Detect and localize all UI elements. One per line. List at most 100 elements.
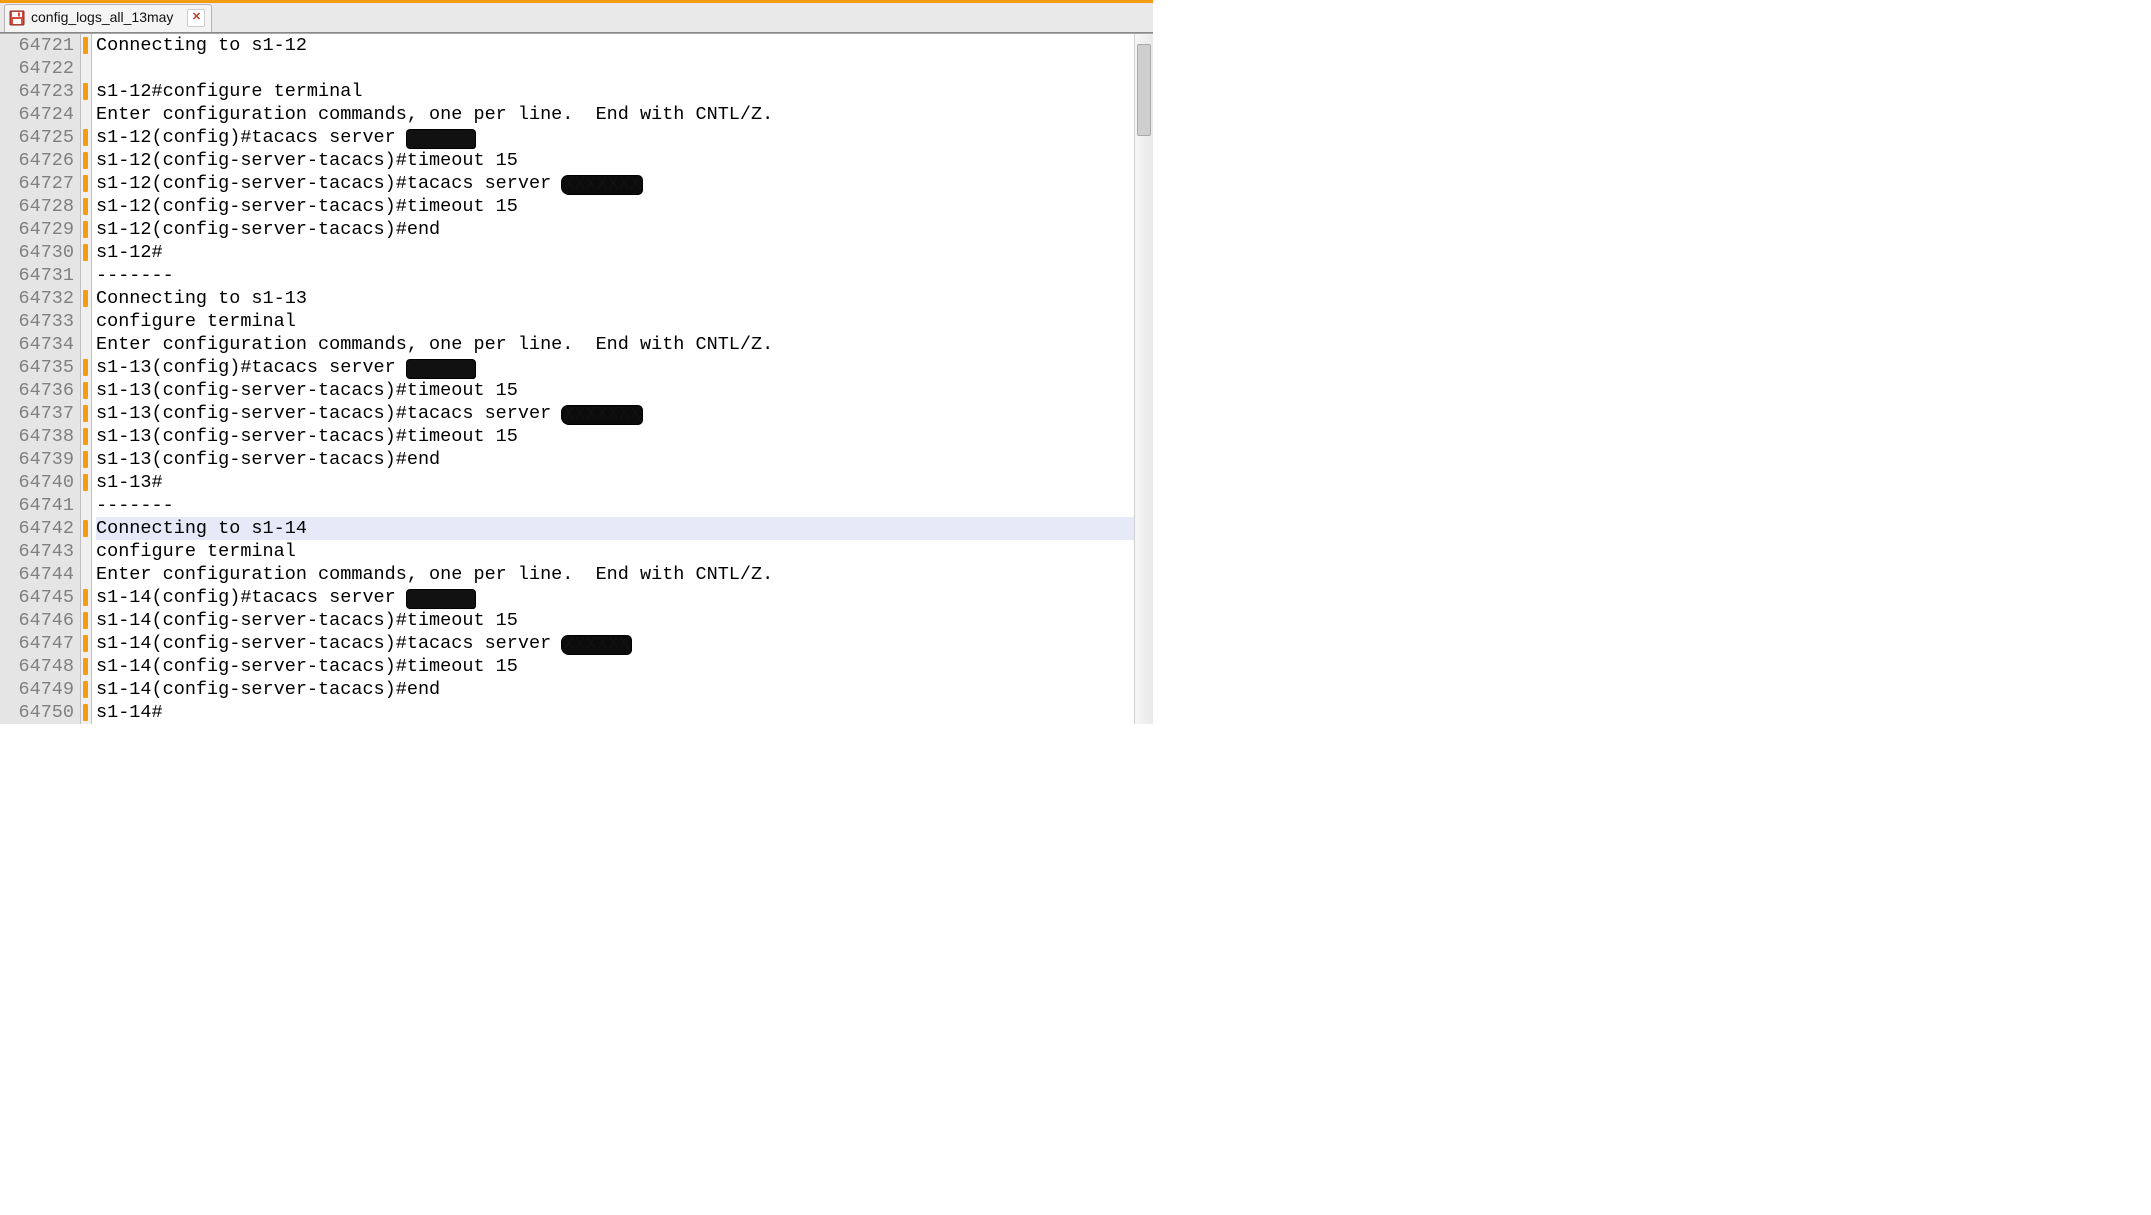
- line-number: 64747: [4, 632, 74, 655]
- line-number: 64722: [4, 57, 74, 80]
- line-number: 64734: [4, 333, 74, 356]
- line-number: 64736: [4, 379, 74, 402]
- change-marker-icon: [81, 448, 91, 471]
- code-line[interactable]: Connecting to s1-12: [96, 34, 1134, 57]
- marker-slot: [81, 494, 91, 517]
- change-marker-icon: [81, 287, 91, 310]
- code-line[interactable]: -------: [96, 494, 1134, 517]
- line-number: 64724: [4, 103, 74, 126]
- code-line[interactable]: s1-14(config-server-tacacs)#tacacs serve…: [96, 632, 1134, 655]
- code-line[interactable]: s1-14(config)#tacacs server XXXXXX: [96, 586, 1134, 609]
- code-line[interactable]: s1-12(config-server-tacacs)#end: [96, 218, 1134, 241]
- code-line[interactable]: Connecting to s1-13: [96, 287, 1134, 310]
- line-number: 64748: [4, 655, 74, 678]
- code-line[interactable]: s1-12#: [96, 241, 1134, 264]
- line-number: 64731: [4, 264, 74, 287]
- code-line[interactable]: s1-13(config-server-tacacs)#end: [96, 448, 1134, 471]
- redacted-text: XXXXXX: [407, 130, 476, 148]
- code-line[interactable]: s1-13(config)#tacacs server XXXXXX: [96, 356, 1134, 379]
- vertical-scrollbar[interactable]: [1134, 34, 1153, 724]
- line-number: 64749: [4, 678, 74, 701]
- code-line[interactable]: Connecting to s1-14: [96, 517, 1134, 540]
- line-number: 64721: [4, 34, 74, 57]
- line-number: 64729: [4, 218, 74, 241]
- code-line[interactable]: s1-13(config-server-tacacs)#timeout 15: [96, 425, 1134, 448]
- change-marker-icon: [81, 425, 91, 448]
- code-area[interactable]: Connecting to s1-12s1-12#configure termi…: [92, 34, 1134, 724]
- redacted-text: XXXXXXX: [562, 406, 642, 424]
- code-line[interactable]: s1-14(config-server-tacacs)#end: [96, 678, 1134, 701]
- change-marker-icon: [81, 80, 91, 103]
- line-number-gutter: 6472164722647236472464725647266472764728…: [0, 34, 81, 724]
- line-number: 64725: [4, 126, 74, 149]
- change-marker-icon: [81, 356, 91, 379]
- marker-slot: [81, 563, 91, 586]
- line-number: 64745: [4, 586, 74, 609]
- code-line[interactable]: s1-12(config-server-tacacs)#tacacs serve…: [96, 172, 1134, 195]
- line-number: 64732: [4, 287, 74, 310]
- change-marker-icon: [81, 632, 91, 655]
- line-number: 64738: [4, 425, 74, 448]
- file-tab[interactable]: config_logs_all_13may ✕: [4, 4, 212, 32]
- code-line[interactable]: s1-13(config-server-tacacs)#timeout 15: [96, 379, 1134, 402]
- line-number: 64735: [4, 356, 74, 379]
- code-line[interactable]: s1-12(config)#tacacs server XXXXXX: [96, 126, 1134, 149]
- code-line[interactable]: s1-14#: [96, 701, 1134, 724]
- code-line[interactable]: s1-14(config-server-tacacs)#timeout 15: [96, 609, 1134, 632]
- scrollbar-thumb[interactable]: [1137, 44, 1151, 136]
- editor-window: config_logs_all_13may ✕: [0, 0, 1153, 33]
- line-number: 64740: [4, 471, 74, 494]
- line-number: 64727: [4, 172, 74, 195]
- line-number: 64733: [4, 310, 74, 333]
- line-number: 64741: [4, 494, 74, 517]
- change-marker-icon: [81, 655, 91, 678]
- tab-bar: config_logs_all_13may ✕: [0, 3, 1153, 32]
- redacted-text: XXXXXXX: [562, 176, 642, 194]
- text-editor[interactable]: 6472164722647236472464725647266472764728…: [0, 33, 1153, 724]
- line-number: 64742: [4, 517, 74, 540]
- change-marker-icon: [81, 195, 91, 218]
- change-marker-icon: [81, 172, 91, 195]
- code-line[interactable]: Enter configuration commands, one per li…: [96, 563, 1134, 586]
- line-number: 64750: [4, 701, 74, 724]
- change-marker-icon: [81, 34, 91, 57]
- marker-slot: [81, 310, 91, 333]
- change-marker-icon: [81, 126, 91, 149]
- line-number: 64737: [4, 402, 74, 425]
- code-line[interactable]: -------: [96, 264, 1134, 287]
- code-line[interactable]: s1-12(config-server-tacacs)#timeout 15: [96, 195, 1134, 218]
- change-marker-icon: [81, 678, 91, 701]
- change-marker-icon: [81, 241, 91, 264]
- change-marker-icon: [81, 609, 91, 632]
- unsaved-disk-icon: [9, 10, 25, 26]
- change-marker-icon: [81, 379, 91, 402]
- code-line[interactable]: s1-14(config-server-tacacs)#timeout 15: [96, 655, 1134, 678]
- code-line[interactable]: s1-13(config-server-tacacs)#tacacs serve…: [96, 402, 1134, 425]
- close-tab-icon[interactable]: ✕: [187, 9, 205, 27]
- code-line[interactable]: configure terminal: [96, 310, 1134, 333]
- code-line[interactable]: Enter configuration commands, one per li…: [96, 103, 1134, 126]
- change-marker-icon: [81, 517, 91, 540]
- change-marker-icon: [81, 402, 91, 425]
- change-marker-icon: [81, 149, 91, 172]
- file-tab-label: config_logs_all_13may: [31, 6, 173, 29]
- line-number: 64730: [4, 241, 74, 264]
- change-marker-icon: [81, 471, 91, 494]
- code-line[interactable]: [96, 57, 1134, 80]
- line-number: 64728: [4, 195, 74, 218]
- change-marker-icon: [81, 218, 91, 241]
- code-line[interactable]: configure terminal: [96, 540, 1134, 563]
- line-number: 64746: [4, 609, 74, 632]
- redacted-text: XXXXXX: [407, 360, 476, 378]
- code-line[interactable]: s1-12#configure terminal: [96, 80, 1134, 103]
- line-number: 64744: [4, 563, 74, 586]
- line-number: 64723: [4, 80, 74, 103]
- code-line[interactable]: Enter configuration commands, one per li…: [96, 333, 1134, 356]
- marker-slot: [81, 264, 91, 287]
- change-marker-icon: [81, 586, 91, 609]
- line-number: 64739: [4, 448, 74, 471]
- code-line[interactable]: s1-12(config-server-tacacs)#timeout 15: [96, 149, 1134, 172]
- redacted-text: XXXXXX: [407, 590, 476, 608]
- marker-slot: [81, 333, 91, 356]
- code-line[interactable]: s1-13#: [96, 471, 1134, 494]
